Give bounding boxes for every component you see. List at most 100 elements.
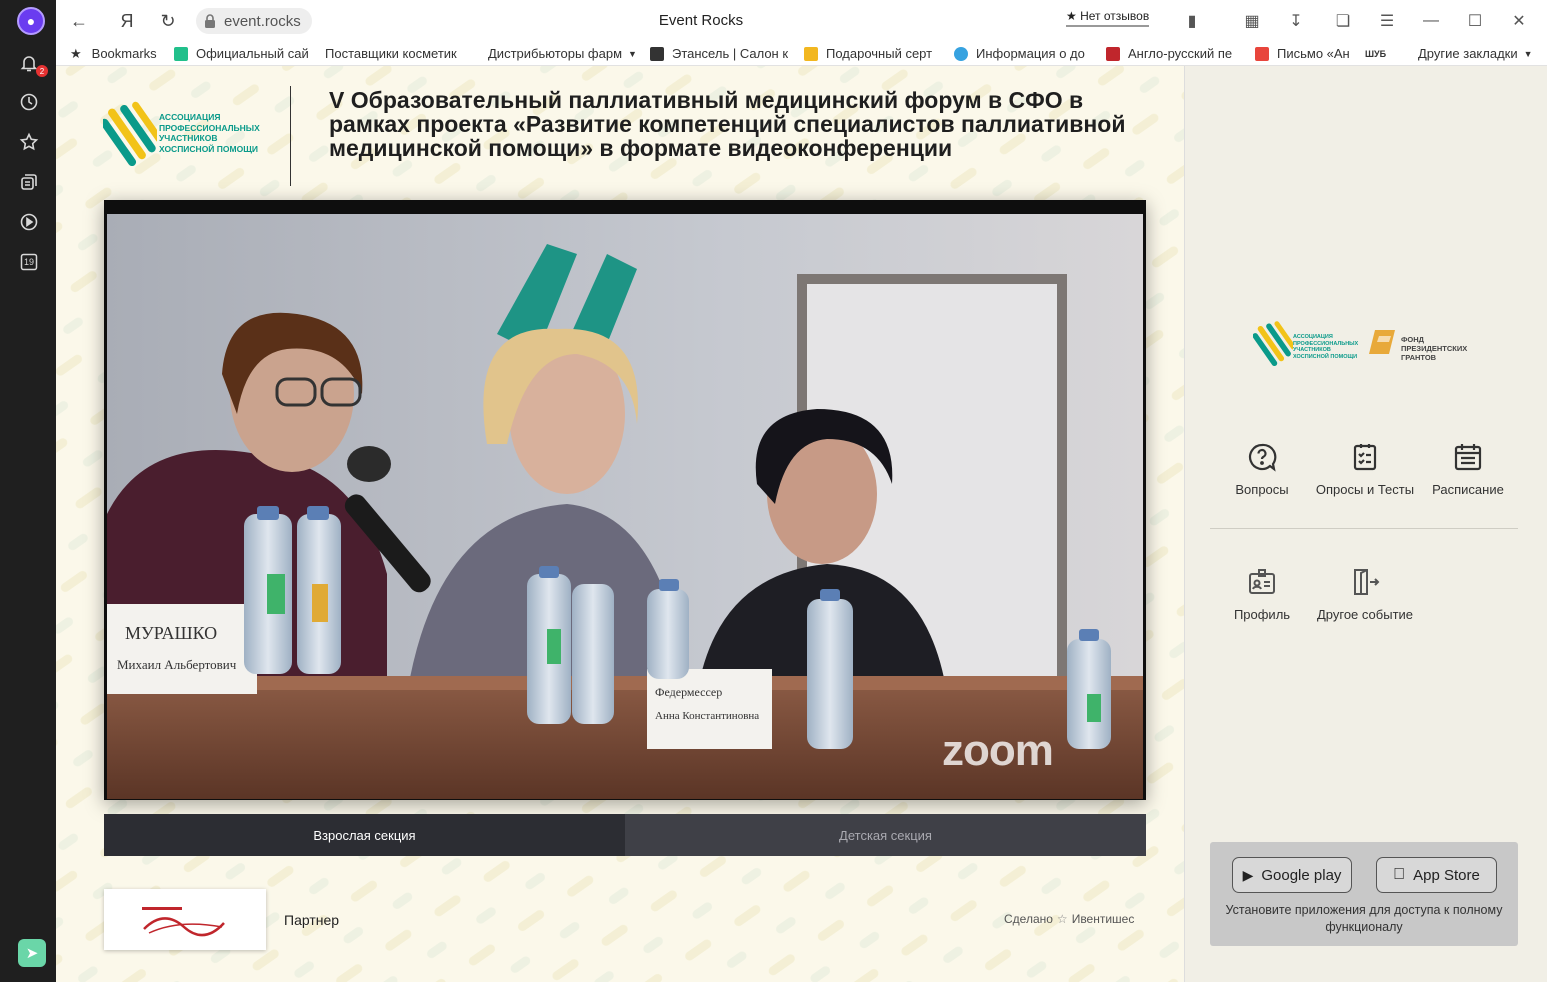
collections-icon[interactable] xyxy=(18,171,40,193)
address-text: event.rocks xyxy=(224,12,301,30)
google-play-button[interactable]: ▶ Google play xyxy=(1232,857,1352,893)
chevron-down-icon: ▼ xyxy=(628,48,637,59)
star-icon: ★ xyxy=(70,45,82,61)
bookmark-item[interactable]: Письмо «Ан xyxy=(1255,46,1355,61)
sponsor-logos: АССОЦИАЦИЯ ПРОФЕССИОНАЛЬНЫХ УЧАСТНИКОВ Х… xyxy=(1253,320,1493,370)
profile-avatar[interactable]: ● xyxy=(17,7,45,35)
app-note: Установите приложения для доступа к полн… xyxy=(1225,903,1503,934)
association-logo-icon xyxy=(1253,321,1293,366)
maximize-icon[interactable]: ☐ xyxy=(1464,10,1486,32)
close-icon[interactable]: ✕ xyxy=(1508,10,1530,32)
favicon xyxy=(954,46,968,61)
notification-badge: 2 xyxy=(36,65,48,77)
bookmark-folder[interactable]: Дистрибьюторы фарм ▼ xyxy=(488,46,638,61)
bookmark-item[interactable]: Этансель | Салон к xyxy=(650,46,788,61)
fund-logo-icon xyxy=(1369,330,1395,354)
download-icon[interactable]: ↧ xyxy=(1285,10,1307,32)
bookmark-item[interactable]: ШУБ xyxy=(1365,49,1395,59)
lock-icon xyxy=(205,14,215,28)
profile-button[interactable]: Профиль xyxy=(1202,567,1322,622)
back-arrow-icon[interactable]: ← xyxy=(68,10,90,32)
reviews-link[interactable]: ★ Нет отзывов xyxy=(1066,9,1150,27)
other-bookmarks[interactable]: Другие закладки ▼ xyxy=(1418,46,1538,61)
main-column: АССОЦИАЦИЯ ПРОФЕССИОНАЛЬНЫХ УЧАСТНИКОВ Х… xyxy=(56,66,1184,982)
video-player[interactable]: МУРАШКО Михаил Альбертович Федермессер А… xyxy=(104,200,1146,800)
tab-adult-section[interactable]: Взрослая секция xyxy=(104,814,625,856)
association-logo[interactable]: АССОЦИАЦИЯ ПРОФЕССИОНАЛЬНЫХ УЧАСТНИКОВ Х… xyxy=(100,100,273,167)
video-play-icon[interactable] xyxy=(18,211,40,233)
page-title: V Образовательный паллиативный медицинск… xyxy=(329,87,1126,161)
calendar-icon xyxy=(1454,444,1482,471)
browser-toolbar: ← Я ↻ event.rocks Event Rocks ★ Нет отзы… xyxy=(56,0,1547,42)
play-triangle-icon: ▶ xyxy=(1242,866,1254,883)
app-store-label: App Store xyxy=(1407,866,1480,884)
made-by-name: Ивентишес xyxy=(1071,912,1135,926)
partner-logo-card[interactable] xyxy=(104,889,266,950)
bookmark-item[interactable]: Англо-русский пе xyxy=(1106,46,1242,61)
chevron-down-icon: ▼ xyxy=(1523,48,1533,59)
bookmark-item[interactable]: Поставщики косметик xyxy=(325,46,473,61)
app-download-box: ▶ Google play  App Store Установите при… xyxy=(1210,842,1518,946)
exit-door-icon xyxy=(1354,569,1380,595)
reload-icon[interactable]: ↻ xyxy=(157,10,179,32)
zoom-watermark: zoom xyxy=(942,726,1054,775)
tabs-icon[interactable]: ❏ xyxy=(1332,10,1354,32)
calendar-day: 19 xyxy=(23,257,34,267)
favicon xyxy=(804,46,818,61)
made-by[interactable]: Сделано ☆ Ивентишес xyxy=(1004,912,1134,926)
menu-icon[interactable]: ☰ xyxy=(1376,10,1398,32)
svg-text:Анна Константиновна: Анна Константиновна xyxy=(655,710,759,722)
history-clock-icon[interactable] xyxy=(18,91,40,113)
checklist-icon xyxy=(1353,444,1377,471)
question-icon xyxy=(1248,443,1277,472)
bookmark-item[interactable]: Официальный сай xyxy=(174,46,309,61)
app-store-button[interactable]:  App Store xyxy=(1376,857,1497,893)
svg-text:Михаил Альбертович: Михаил Альбертович xyxy=(117,657,237,672)
partner-label: Партнер xyxy=(284,912,340,928)
page-content: АССОЦИАЦИЯ ПРОФЕССИОНАЛЬНЫХ УЧАСТНИКОВ Х… xyxy=(56,66,1547,982)
address-bar[interactable]: event.rocks xyxy=(196,8,312,34)
other-event-button[interactable]: Другое событие xyxy=(1305,567,1425,622)
bookmark-item[interactable]: Информация о до xyxy=(954,46,1089,61)
reviews-label: Нет отзывов xyxy=(1080,9,1150,23)
bookmarks-bar: ★ Bookmarks Официальный сай Поставщики ко… xyxy=(56,42,1547,66)
profile-label: Профиль xyxy=(1233,607,1291,622)
favicon xyxy=(650,46,664,61)
page-title-tab: Event Rocks xyxy=(658,12,744,29)
yandex-button[interactable]: Я xyxy=(116,10,138,32)
panel-divider xyxy=(1210,528,1518,529)
questions-label: Вопросы xyxy=(1235,482,1289,497)
questions-button[interactable]: Вопросы xyxy=(1202,442,1322,497)
section-tabs: Взрослая секция Детская секция xyxy=(104,814,1146,856)
bookmark-flag-icon[interactable]: ▮ xyxy=(1181,10,1203,32)
messenger-icon[interactable]: ➤ xyxy=(18,939,46,967)
fund-logo-text: ФОНД ПРЕЗИДЕНТСКИХ ГРАНТОВ xyxy=(1401,335,1468,362)
minimize-icon[interactable]: — xyxy=(1420,10,1442,32)
bookmark-item[interactable]: Подарочный серт xyxy=(804,46,938,61)
favicon xyxy=(174,46,188,61)
calendar-icon[interactable]: 19 xyxy=(18,251,40,273)
favicon xyxy=(1255,46,1269,61)
svg-text:Федермессер: Федермессер xyxy=(655,685,722,699)
logo-mark-icon xyxy=(100,101,163,167)
tab-children-section[interactable]: Детская секция xyxy=(625,814,1146,856)
schedule-button[interactable]: Расписание xyxy=(1408,442,1528,497)
polls-tests-button[interactable]: Опросы и Тесты xyxy=(1305,442,1425,497)
star-icon: ☆ xyxy=(1056,912,1068,926)
star-icon[interactable] xyxy=(18,131,40,153)
association-logo-text: АССОЦИАЦИЯ ПРОФЕССИОНАЛЬНЫХ УЧАСТНИКОВ Х… xyxy=(1293,334,1359,360)
header-divider xyxy=(290,86,291,186)
browser-sidebar: ● 2 19 ➤ xyxy=(0,0,56,982)
video-frame: МУРАШКО Михаил Альбертович Федермессер А… xyxy=(107,214,1143,799)
nameplate-1: МУРАШКО xyxy=(125,623,217,643)
video-scene: МУРАШКО Михаил Альбертович Федермессер А… xyxy=(107,214,1143,799)
schedule-label: Расписание xyxy=(1432,482,1504,497)
partner-logo xyxy=(142,907,225,937)
profile-card-icon xyxy=(1249,569,1275,594)
apple-icon:  xyxy=(1393,866,1405,884)
right-panel: АССОЦИАЦИЯ ПРОФЕССИОНАЛЬНЫХ УЧАСТНИКОВ Х… xyxy=(1184,66,1547,982)
google-play-label: Google play xyxy=(1261,866,1342,884)
polls-tests-label: Опросы и Тесты xyxy=(1315,482,1415,497)
bookmark-item[interactable]: ★ Bookmarks xyxy=(70,46,170,62)
extensions-icon[interactable]: ▦ xyxy=(1241,10,1263,32)
